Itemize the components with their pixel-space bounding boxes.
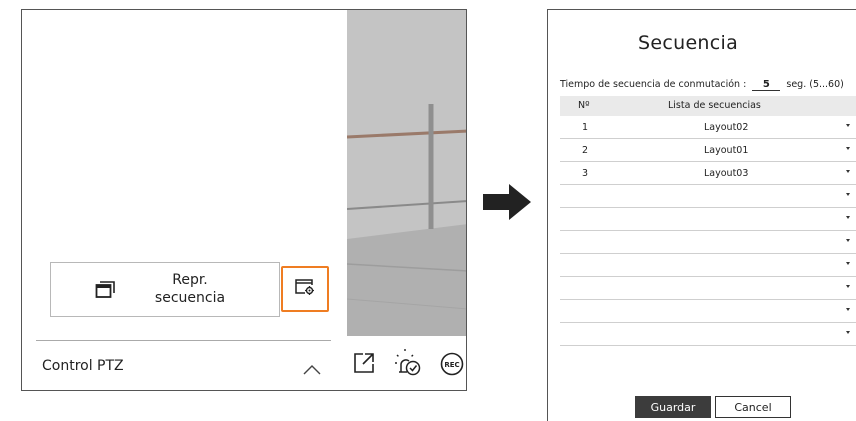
sequence-dialog: Secuencia Tiempo de secuencia de conmuta… — [547, 9, 856, 421]
table-row[interactable] — [560, 277, 856, 300]
row-number: 3 — [582, 168, 589, 179]
table-row[interactable] — [560, 323, 856, 346]
row-layout: Layout01 — [704, 145, 749, 156]
sequence-windows-icon — [95, 279, 117, 299]
live-view-panel: Repr. secuencia Control PTZ REC — [21, 9, 467, 391]
column-header-sequence-list: Lista de secuencias — [668, 100, 761, 111]
dropdown-arrow-icon[interactable] — [846, 147, 850, 150]
table-row[interactable] — [560, 208, 856, 231]
dropdown-arrow-icon[interactable] — [846, 216, 850, 219]
dropdown-arrow-icon[interactable] — [846, 285, 850, 288]
interval-unit: seg. (5...60) — [786, 79, 844, 90]
table-row[interactable]: 2 Layout01 — [560, 139, 856, 162]
play-sequence-button[interactable]: Repr. secuencia — [50, 262, 280, 317]
table-row[interactable]: 1 Layout02 — [560, 116, 856, 139]
switch-interval-row: Tiempo de secuencia de conmutación : 5 s… — [560, 79, 844, 91]
table-row[interactable] — [560, 300, 856, 323]
table-row[interactable] — [560, 185, 856, 208]
dropdown-arrow-icon[interactable] — [846, 308, 850, 311]
dialog-title: Secuencia — [638, 32, 739, 54]
dropdown-arrow-icon[interactable] — [846, 170, 850, 173]
dropdown-arrow-icon[interactable] — [846, 239, 850, 242]
save-button[interactable]: Guardar — [635, 396, 711, 418]
table-row[interactable] — [560, 254, 856, 277]
column-header-no: Nº — [578, 100, 590, 111]
dropdown-arrow-icon[interactable] — [846, 331, 850, 334]
table-row[interactable]: 3 Layout03 — [560, 162, 856, 185]
dropdown-arrow-icon[interactable] — [846, 262, 850, 265]
ptz-control-label[interactable]: Control PTZ — [42, 358, 124, 374]
rec-icon[interactable]: REC — [440, 352, 464, 380]
row-layout: Layout03 — [704, 168, 749, 179]
row-number: 1 — [582, 122, 589, 133]
camera-feed — [347, 10, 466, 336]
row-number: 2 — [582, 145, 589, 156]
alarm-check-icon[interactable] — [393, 347, 423, 381]
arrow-right-icon — [483, 184, 533, 224]
cancel-button[interactable]: Cancel — [715, 396, 791, 418]
dropdown-arrow-icon[interactable] — [846, 193, 850, 196]
sequence-settings-icon — [294, 278, 316, 300]
interval-input[interactable]: 5 — [752, 79, 781, 91]
sequence-settings-button[interactable] — [281, 266, 329, 312]
table-header: Nº Lista de secuencias — [560, 96, 856, 116]
table-row[interactable] — [560, 231, 856, 254]
divider — [36, 340, 331, 341]
play-sequence-label: Repr. secuencia — [154, 272, 226, 306]
popout-icon[interactable] — [352, 351, 376, 379]
chevron-up-icon[interactable] — [303, 361, 321, 380]
svg-text:REC: REC — [444, 361, 459, 369]
dropdown-arrow-icon[interactable] — [846, 124, 850, 127]
row-layout: Layout02 — [704, 122, 749, 133]
interval-label: Tiempo de secuencia de conmutación : — [560, 79, 747, 90]
